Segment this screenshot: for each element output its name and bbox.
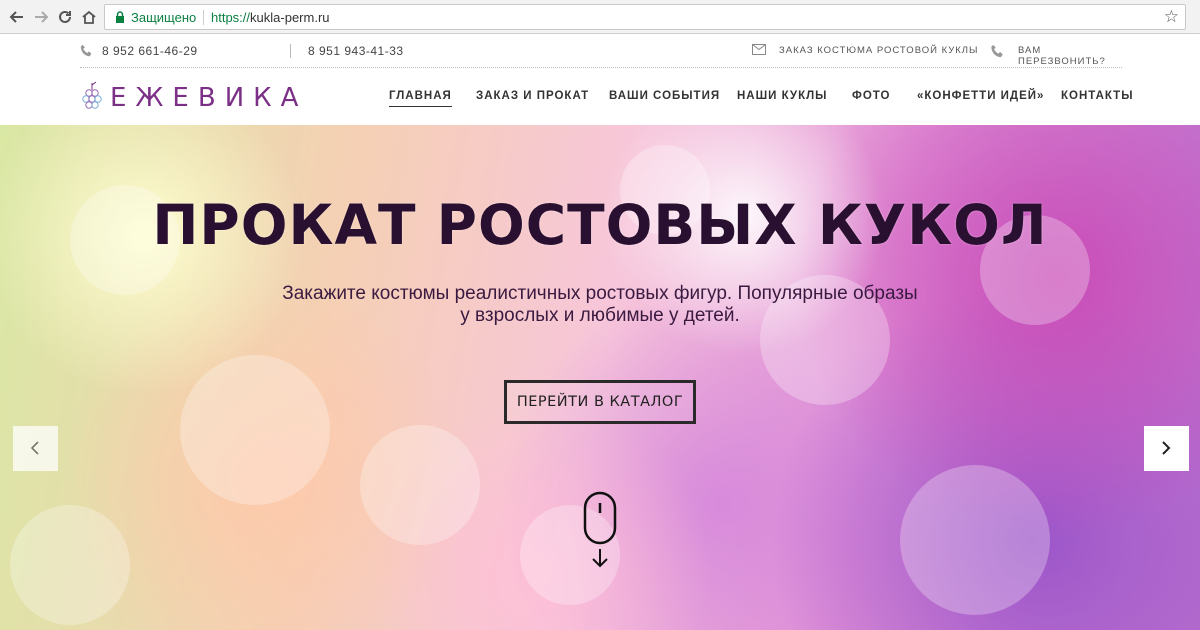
nav-item-photo[interactable]: ФОТО (852, 90, 890, 102)
phone-number-2[interactable]: 8 951 943-41-33 (308, 44, 404, 58)
address-bar[interactable]: Защищено https://kukla-perm.ru ☆ (104, 4, 1186, 30)
url-host: kukla-perm.ru (250, 10, 330, 25)
back-button[interactable] (6, 6, 28, 28)
hero-title: ПРОКАТ РОСТОВЫХ КУКОЛ (152, 193, 1048, 257)
callback-link[interactable]: ВАМ ПЕРЕЗВОНИТЬ? (1018, 45, 1122, 67)
nav-item-order-rent[interactable]: ЗАКАЗ И ПРОКАТ (476, 90, 589, 102)
reload-button[interactable] (54, 6, 76, 28)
envelope-icon (752, 44, 766, 55)
phone-icon (80, 44, 92, 57)
order-costume-link[interactable]: ЗАКАЗ КОСТЮМА РОСТОВОЙ КУКЛЫ (779, 45, 978, 56)
home-button[interactable] (78, 6, 100, 28)
slider-next-button[interactable] (1144, 426, 1189, 471)
bokeh-light (360, 425, 480, 545)
chevron-right-icon (1162, 441, 1171, 455)
nav-item-contacts[interactable]: КОНТАКТЫ (1061, 90, 1133, 102)
nav-item-home[interactable]: ГЛАВНАЯ (389, 90, 452, 107)
bokeh-light (900, 465, 1050, 615)
browser-toolbar: Защищено https://kukla-perm.ru ☆ (0, 0, 1200, 34)
callback-phone-icon (991, 44, 1003, 58)
bokeh-light (10, 505, 130, 625)
scroll-down-mouse-icon[interactable] (583, 491, 617, 571)
bokeh-light (180, 355, 330, 505)
bookmark-star-icon[interactable]: ☆ (1164, 7, 1179, 27)
phone-number-1[interactable]: 8 952 661-46-29 (102, 44, 198, 58)
lock-icon (116, 11, 124, 23)
hero-subtitle: Закажите костюмы реалистичных ростовых ф… (260, 283, 940, 327)
phone-divider (290, 44, 291, 58)
nav-item-dolls[interactable]: НАШИ КУКЛЫ (737, 90, 827, 102)
slider-prev-button[interactable] (13, 426, 58, 471)
hero-subtitle-line-2: у взрослых и любимые у детей. (460, 305, 740, 326)
hero-subtitle-line-1: Закажите костюмы реалистичных ростовых ф… (282, 283, 918, 304)
blackberry-logo-icon (82, 81, 102, 109)
forward-button[interactable] (30, 6, 52, 28)
url-scheme: https:// (211, 10, 251, 25)
logo-text: ЕЖЕВИКА (110, 83, 308, 113)
secure-label: Защищено (131, 10, 197, 25)
hero-slider: ПРОКАТ РОСТОВЫХ КУКОЛ Закажите костюмы р… (0, 125, 1200, 630)
catalog-button[interactable]: ПЕРЕЙТИ В КАТАЛОГ (504, 380, 696, 424)
omnibox-divider (203, 10, 204, 25)
nav-item-confetti-ideas[interactable]: «КОНФЕТТИ ИДЕЙ» (917, 90, 1044, 102)
contact-bar: 8 952 661-46-29 8 951 943-41-33 ЗАКАЗ КО… (80, 35, 1122, 68)
nav-item-events[interactable]: ВАШИ СОБЫТИЯ (609, 90, 720, 102)
site-header: 8 952 661-46-29 8 951 943-41-33 ЗАКАЗ КО… (0, 35, 1200, 125)
chevron-left-icon (30, 441, 39, 455)
url-text: https://kukla-perm.ru (211, 10, 330, 25)
